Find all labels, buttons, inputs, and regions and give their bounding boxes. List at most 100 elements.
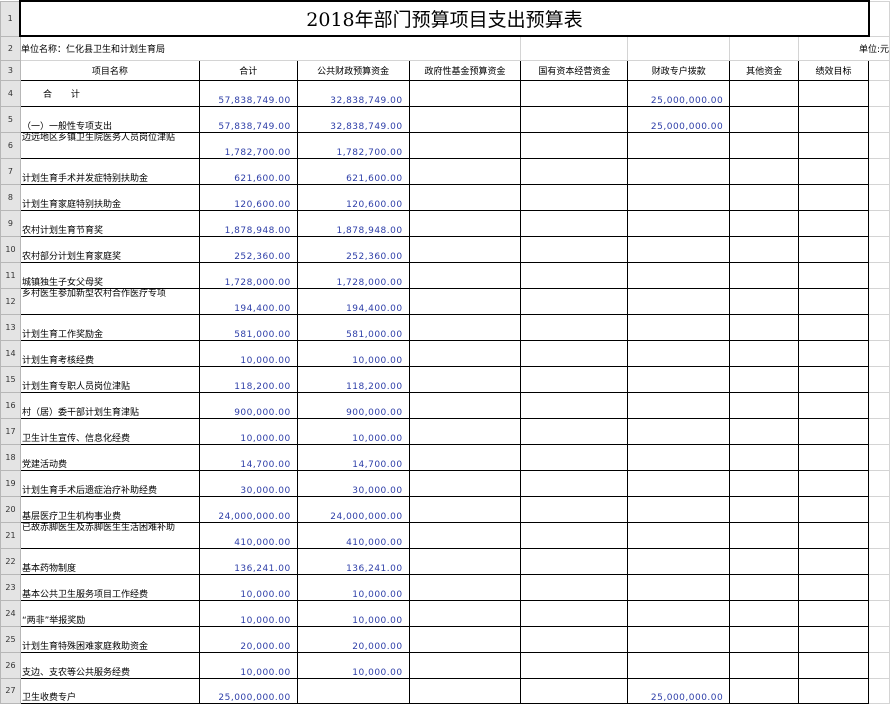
cell-other[interactable]: [729, 365, 800, 393]
row-header[interactable]: 16: [0, 391, 21, 419]
cell-project-name[interactable]: 计划生育手术并发症特别扶助金: [19, 157, 200, 185]
cell-public-fund[interactable]: 10,000.00: [296, 651, 410, 679]
cell-gov-fund[interactable]: [408, 495, 522, 523]
cell-other[interactable]: [729, 313, 800, 341]
row-header[interactable]: 18: [0, 443, 21, 471]
row-header[interactable]: 25: [0, 625, 21, 653]
row-header[interactable]: 9: [0, 209, 21, 237]
cell-special-account[interactable]: [627, 573, 731, 601]
cell-public-fund[interactable]: 32,838,749.00: [296, 79, 410, 107]
cell-other[interactable]: [729, 495, 800, 523]
cell-performance[interactable]: [798, 235, 869, 263]
cell-gov-fund[interactable]: [408, 261, 522, 289]
cell-state-capital[interactable]: [520, 573, 629, 601]
cell-total[interactable]: 24,000,000.00: [198, 495, 298, 523]
cell-project-name[interactable]: 合 计: [19, 79, 200, 107]
row-header[interactable]: 20: [0, 495, 21, 523]
cell-public-fund[interactable]: 1,728,000.00: [296, 261, 410, 289]
cell-project-name[interactable]: 卫生计生宣传、信息化经费: [19, 417, 200, 445]
col-header-other[interactable]: 其他资金: [729, 59, 800, 81]
cell-performance[interactable]: [798, 573, 869, 601]
cell-performance[interactable]: [798, 131, 869, 159]
row-header[interactable]: 19: [0, 469, 21, 497]
cell-special-account[interactable]: [627, 443, 731, 471]
cell-special-account[interactable]: [627, 599, 731, 627]
cell-public-fund[interactable]: 10,000.00: [296, 417, 410, 445]
cell-other[interactable]: [729, 625, 800, 653]
cell-other[interactable]: [729, 209, 800, 237]
cell-other[interactable]: [729, 417, 800, 445]
cell-total[interactable]: 20,000.00: [198, 625, 298, 653]
row-header[interactable]: 12: [0, 287, 21, 315]
row-header[interactable]: 7: [0, 157, 21, 185]
col-header-state-capital[interactable]: 国有资本经营资金: [520, 59, 629, 81]
cell-gov-fund[interactable]: [408, 287, 522, 315]
cell-project-name[interactable]: 农村部分计划生育家庭奖: [19, 235, 200, 263]
cell-project-name[interactable]: 基本药物制度: [19, 547, 200, 575]
cell-gov-fund[interactable]: [408, 157, 522, 185]
cell-performance[interactable]: [798, 521, 869, 549]
cell-state-capital[interactable]: [520, 131, 629, 159]
cell-state-capital[interactable]: [520, 339, 629, 367]
cell-total[interactable]: 410,000.00: [198, 521, 298, 549]
cell-public-fund[interactable]: 32,838,749.00: [296, 105, 410, 133]
cell-other[interactable]: [729, 339, 800, 367]
row-header[interactable]: 13: [0, 313, 21, 341]
cell-gov-fund[interactable]: [408, 599, 522, 627]
cell-total[interactable]: 120,600.00: [198, 183, 298, 211]
cell-project-name[interactable]: 基本公共卫生服务项目工作经费: [19, 573, 200, 601]
cell-project-name[interactable]: （一）一般性专项支出: [19, 105, 200, 133]
cell-public-fund[interactable]: 581,000.00: [296, 313, 410, 341]
cell-special-account[interactable]: [627, 547, 731, 575]
cell-public-fund[interactable]: 900,000.00: [296, 391, 410, 419]
cell-gov-fund[interactable]: [408, 443, 522, 471]
row-header[interactable]: 15: [0, 365, 21, 393]
cell-special-account[interactable]: [627, 391, 731, 419]
cell-public-fund[interactable]: 194,400.00: [296, 287, 410, 315]
cell-special-account[interactable]: 25,000,000.00: [627, 79, 731, 107]
cell-gov-fund[interactable]: [408, 391, 522, 419]
row-header[interactable]: 4: [0, 79, 21, 107]
cell-performance[interactable]: [798, 105, 869, 133]
cell-gov-fund[interactable]: [408, 313, 522, 341]
cell-special-account[interactable]: [627, 495, 731, 523]
cell-project-name[interactable]: 农村计划生育节育奖: [19, 209, 200, 237]
cell-special-account[interactable]: [627, 417, 731, 445]
row-header[interactable]: 23: [0, 573, 21, 601]
cell-project-name[interactable]: 计划生育专职人员岗位津贴: [19, 365, 200, 393]
cell-total[interactable]: 10,000.00: [198, 573, 298, 601]
cell-project-name[interactable]: 已故赤脚医生及赤脚医生生活困难补助: [19, 521, 200, 549]
cell-state-capital[interactable]: [520, 417, 629, 445]
row-header[interactable]: 2: [0, 35, 21, 61]
cell-gov-fund[interactable]: [408, 209, 522, 237]
cell-project-name[interactable]: “两非”举报奖励: [19, 599, 200, 627]
cell-performance[interactable]: [798, 417, 869, 445]
cell-state-capital[interactable]: [520, 651, 629, 679]
cell-total[interactable]: 1,878,948.00: [198, 209, 298, 237]
cell-project-name[interactable]: 计划生育手术后遗症治疗补助经费: [19, 469, 200, 497]
cell-public-fund[interactable]: 14,700.00: [296, 443, 410, 471]
cell-project-name[interactable]: 党建活动费: [19, 443, 200, 471]
cell-other[interactable]: [729, 391, 800, 419]
row-header[interactable]: 21: [0, 521, 21, 549]
cell-gov-fund[interactable]: [408, 235, 522, 263]
cell-public-fund[interactable]: 24,000,000.00: [296, 495, 410, 523]
row-header[interactable]: 27: [0, 677, 21, 704]
cell-other[interactable]: [729, 105, 800, 133]
cell-public-fund[interactable]: 20,000.00: [296, 625, 410, 653]
cell-performance[interactable]: [798, 599, 869, 627]
cell-total[interactable]: 30,000.00: [198, 469, 298, 497]
cell-state-capital[interactable]: [520, 313, 629, 341]
cell-total[interactable]: 25,000,000.00: [198, 677, 298, 704]
cell-special-account[interactable]: [627, 209, 731, 237]
cell-project-name[interactable]: 计划生育特殊困难家庭救助资金: [19, 625, 200, 653]
cell-other[interactable]: [729, 573, 800, 601]
cell-special-account[interactable]: [627, 651, 731, 679]
cell-total[interactable]: 10,000.00: [198, 599, 298, 627]
row-header[interactable]: 6: [0, 131, 21, 159]
cell-total[interactable]: 57,838,749.00: [198, 79, 298, 107]
cell-total[interactable]: 118,200.00: [198, 365, 298, 393]
cell-public-fund[interactable]: 30,000.00: [296, 469, 410, 497]
cell-special-account[interactable]: [627, 235, 731, 263]
cell-other[interactable]: [729, 235, 800, 263]
